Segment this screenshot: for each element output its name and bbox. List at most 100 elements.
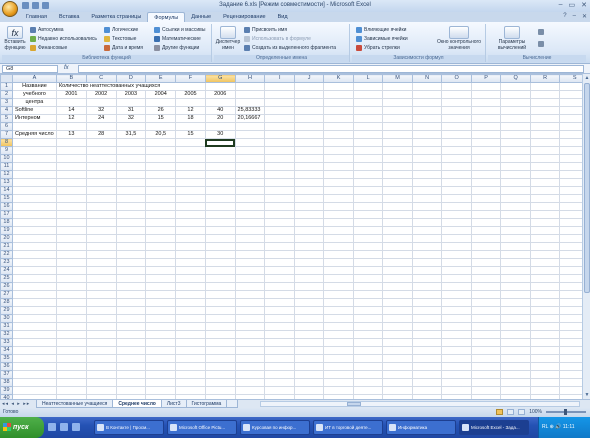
cell-j28[interactable]: [293, 298, 325, 307]
cell-b8[interactable]: [55, 138, 87, 147]
cell-a2[interactable]: учебного: [11, 90, 57, 99]
vertical-scroll-thumb[interactable]: [584, 83, 590, 293]
cell-c26[interactable]: [85, 282, 117, 291]
cell-f8[interactable]: [175, 138, 206, 147]
cell-j34[interactable]: [293, 346, 325, 355]
cell-e11[interactable]: [145, 162, 177, 171]
cell-k26[interactable]: [323, 282, 354, 291]
cell-n30[interactable]: [411, 314, 443, 323]
cell-n37[interactable]: [411, 370, 443, 379]
cell-i19[interactable]: [264, 226, 295, 235]
autosum-button[interactable]: Автосумма: [30, 27, 64, 33]
date-time-button[interactable]: Дата и время: [104, 45, 143, 51]
cell-m17[interactable]: [382, 210, 413, 219]
cell-e8[interactable]: [145, 138, 177, 147]
cell-c10[interactable]: [85, 154, 117, 163]
cell-p19[interactable]: [470, 226, 502, 235]
cell-d13[interactable]: [115, 178, 147, 187]
cell-h6[interactable]: [234, 122, 266, 131]
cell-o12[interactable]: [441, 170, 472, 179]
cell-q18[interactable]: [500, 218, 531, 227]
row-header[interactable]: 26: [0, 282, 13, 291]
cell-a15[interactable]: [11, 194, 57, 203]
cell-j15[interactable]: [293, 194, 325, 203]
cell-r6[interactable]: [529, 122, 561, 131]
cell-r30[interactable]: [529, 314, 561, 323]
cell-l3[interactable]: [352, 98, 384, 107]
cell-f2[interactable]: 2005: [175, 90, 206, 99]
cell-a9[interactable]: [11, 146, 57, 155]
cell-e13[interactable]: [145, 178, 177, 187]
cell-b6[interactable]: [55, 122, 87, 131]
cell-o21[interactable]: [441, 242, 472, 251]
cell-b9[interactable]: [55, 146, 87, 155]
cell-g26[interactable]: [204, 282, 236, 291]
cell-n19[interactable]: [411, 226, 443, 235]
cell-b32[interactable]: [55, 330, 87, 339]
cell-f3[interactable]: [175, 98, 206, 107]
column-header-k[interactable]: K: [323, 74, 354, 83]
cell-j39[interactable]: [293, 386, 325, 395]
cell-d14[interactable]: [115, 186, 147, 195]
cell-p18[interactable]: [470, 218, 502, 227]
cell-r19[interactable]: [529, 226, 561, 235]
cell-q11[interactable]: [500, 162, 531, 171]
cell-k39[interactable]: [323, 386, 354, 395]
cell-d34[interactable]: [115, 346, 147, 355]
minimize-button[interactable]: –: [559, 1, 563, 9]
cell-o36[interactable]: [441, 362, 472, 371]
cell-q24[interactable]: [500, 266, 531, 275]
office-button[interactable]: [2, 1, 18, 17]
cell-grid[interactable]: ABCDEFGHIJKLMNOPQRS 1 Название Количество …: [0, 74, 590, 399]
cell-m12[interactable]: [382, 170, 413, 179]
cell-q14[interactable]: [500, 186, 531, 195]
cell-f7[interactable]: 15: [175, 130, 206, 139]
cell-f26[interactable]: [175, 282, 206, 291]
cell-g11[interactable]: [204, 162, 236, 171]
desktop-icon[interactable]: [60, 423, 68, 431]
cell-n4[interactable]: [411, 106, 443, 115]
cell-i2[interactable]: [264, 90, 295, 99]
cell-c9[interactable]: [85, 146, 117, 155]
cell-m16[interactable]: [382, 202, 413, 211]
close-button[interactable]: ✕: [581, 1, 587, 9]
cell-r21[interactable]: [529, 242, 561, 251]
cell-h10[interactable]: [234, 154, 266, 163]
cell-l37[interactable]: [352, 370, 384, 379]
cell-c30[interactable]: [85, 314, 117, 323]
cell-f30[interactable]: [175, 314, 206, 323]
cell-l27[interactable]: [352, 290, 384, 299]
cell-a24[interactable]: [11, 266, 57, 275]
trace-precedents-button[interactable]: Влияющие ячейки: [356, 27, 406, 33]
cell-f23[interactable]: [175, 258, 206, 267]
cell-i22[interactable]: [264, 250, 295, 259]
cell-k18[interactable]: [323, 218, 354, 227]
cell-m39[interactable]: [382, 386, 413, 395]
cell-k32[interactable]: [323, 330, 354, 339]
cell-n39[interactable]: [411, 386, 443, 395]
cell-b19[interactable]: [55, 226, 87, 235]
cell-b16[interactable]: [55, 202, 87, 211]
cell-p34[interactable]: [470, 346, 502, 355]
cell-o7[interactable]: [441, 130, 472, 139]
cell-e30[interactable]: [145, 314, 177, 323]
cell-d11[interactable]: [115, 162, 147, 171]
cell-f22[interactable]: [175, 250, 206, 259]
cell-n22[interactable]: [411, 250, 443, 259]
cell-g16[interactable]: [204, 202, 236, 211]
cell-g28[interactable]: [204, 298, 236, 307]
cell-g13[interactable]: [204, 178, 236, 187]
cell-p25[interactable]: [470, 274, 502, 283]
cell-k29[interactable]: [323, 306, 354, 315]
cell-r2[interactable]: [529, 90, 561, 99]
cell-d7[interactable]: 31,5: [115, 130, 147, 139]
cell-d8[interactable]: [115, 138, 147, 147]
cell-b14[interactable]: [55, 186, 87, 195]
cell-n10[interactable]: [411, 154, 443, 163]
cell-j11[interactable]: [293, 162, 325, 171]
cell-b11[interactable]: [55, 162, 87, 171]
cell-e26[interactable]: [145, 282, 177, 291]
row-header[interactable]: 3: [0, 98, 13, 107]
cell-l25[interactable]: [352, 274, 384, 283]
cell-e15[interactable]: [145, 194, 177, 203]
